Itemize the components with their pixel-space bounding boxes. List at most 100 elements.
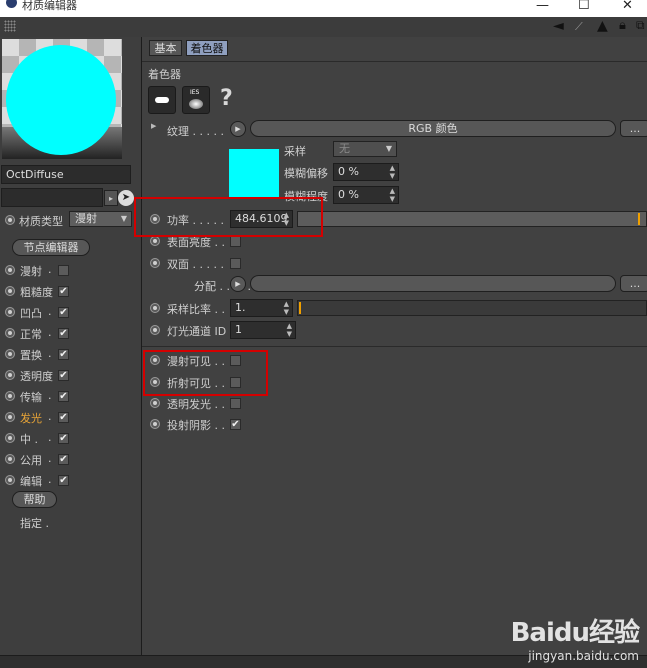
sampling-label: 采样	[284, 145, 306, 158]
transparent-emission-checkbox[interactable]	[230, 398, 241, 409]
double-sided-radio[interactable]	[150, 258, 160, 268]
channel-checkbox[interactable]: ✔	[58, 475, 69, 486]
texture-color-swatch[interactable]	[229, 149, 279, 199]
light-bar-icon	[155, 97, 169, 103]
material-search-field[interactable]	[1, 188, 103, 207]
divider	[142, 61, 647, 62]
toolbar: ◄ ⟋ ▲ 🔒︎ ⧉	[0, 17, 647, 38]
close-button[interactable]: ✕	[622, 0, 633, 13]
sampling-dropdown[interactable]: 无 ▼	[333, 141, 397, 157]
picker-icon[interactable]: ➤	[118, 190, 134, 206]
sample-rate-input[interactable]: 1. ▲ ▼	[230, 299, 293, 317]
highlight-box-visibility	[143, 350, 268, 396]
spinner-arrows-icon[interactable]: ▲ ▼	[287, 322, 292, 338]
new-window-icon[interactable]: ⧉	[636, 18, 645, 33]
arrow-up-icon[interactable]: ▲	[597, 18, 608, 34]
field-expand-button[interactable]: ▸	[104, 190, 118, 206]
channel-radio[interactable]	[5, 349, 15, 359]
channel-checkbox[interactable]: ✔	[58, 454, 69, 465]
cast-shadow-checkbox[interactable]: ✔	[230, 419, 241, 430]
channel-radio[interactable]	[5, 328, 15, 338]
blur-offset-input[interactable]: 0 % ▲ ▼	[333, 163, 399, 181]
double-sided-checkbox[interactable]	[230, 258, 241, 269]
material-name-field[interactable]: OctDiffuse	[1, 165, 131, 184]
tab-shader[interactable]: 着色器	[186, 40, 228, 56]
channel-radio[interactable]	[5, 412, 15, 422]
channel-checkbox[interactable]: ✔	[58, 328, 69, 339]
channel-label[interactable]: 置换	[20, 347, 42, 363]
channel-checkbox[interactable]: ✔	[58, 349, 69, 360]
channel-label[interactable]: 正常	[20, 326, 42, 342]
node-editor-button[interactable]: 节点编辑器	[12, 239, 90, 256]
tab-basic[interactable]: 基本	[149, 40, 182, 56]
channel-dots: .	[48, 326, 52, 339]
channel-radio[interactable]	[5, 286, 15, 296]
channel-label[interactable]: 发光	[20, 410, 42, 426]
channel-checkbox[interactable]: ✔	[58, 370, 69, 381]
distribution-arrow-button[interactable]: ▶	[230, 276, 246, 292]
grip-icon	[4, 20, 16, 32]
texture-more-button[interactable]: ...	[620, 120, 647, 137]
channel-radio[interactable]	[5, 307, 15, 317]
light-shape-button[interactable]	[148, 86, 176, 114]
texture-label: 纹理 . . . . .	[167, 125, 224, 138]
texture-arrow-button[interactable]: ▶	[230, 121, 246, 137]
maximize-button[interactable]: ☐	[578, 0, 590, 13]
channel-label[interactable]: 编辑	[20, 473, 42, 489]
spinner-arrows-icon[interactable]: ▲ ▼	[390, 187, 395, 203]
channel-label[interactable]: 公用	[20, 452, 42, 468]
channel-radio[interactable]	[5, 265, 15, 275]
channel-label[interactable]: 中 .	[20, 431, 38, 447]
help-button[interactable]: 帮助	[12, 491, 57, 508]
channel-checkbox[interactable]: ✔	[58, 412, 69, 423]
surface-brightness-radio[interactable]	[150, 236, 160, 246]
transparent-emission-radio[interactable]	[150, 398, 160, 408]
rgb-color-button[interactable]: RGB 颜色	[250, 120, 616, 137]
highlight-box-power	[134, 197, 323, 237]
material-type-radio[interactable]	[5, 215, 15, 225]
material-preview[interactable]	[2, 39, 122, 159]
arrow-diagonal-icon[interactable]: ⟋	[575, 20, 583, 34]
channel-checkbox[interactable]: ✔	[58, 391, 69, 402]
slider-marker[interactable]	[299, 302, 301, 314]
channel-checkbox[interactable]	[58, 265, 69, 276]
expand-triangle-icon[interactable]: ▶	[151, 122, 156, 130]
minimize-button[interactable]: —	[536, 0, 549, 13]
cast-shadow-radio[interactable]	[150, 419, 160, 429]
chevron-down-icon: ▼	[120, 214, 127, 223]
channel-radio[interactable]	[5, 475, 15, 485]
channel-label[interactable]: 漫射	[20, 263, 42, 279]
channel-checkbox[interactable]: ✔	[58, 433, 69, 444]
ies-button[interactable]: IES	[182, 86, 210, 114]
arrow-left-icon[interactable]: ◄	[553, 18, 564, 34]
material-type-dropdown[interactable]: 漫射 ▼	[69, 211, 132, 227]
channel-checkbox[interactable]: ✔	[58, 286, 69, 297]
light-pass-input[interactable]: 1 ▲ ▼	[230, 321, 296, 339]
channel-radio[interactable]	[5, 391, 15, 401]
sample-rate-radio[interactable]	[150, 303, 160, 313]
channel-label[interactable]: 凹凸	[20, 305, 42, 321]
channel-radio[interactable]	[5, 454, 15, 464]
slider-marker[interactable]	[638, 213, 640, 225]
channel-checkbox[interactable]: ✔	[58, 307, 69, 318]
spinner-arrows-icon[interactable]: ▲ ▼	[390, 164, 395, 180]
channel-dots: .	[48, 410, 52, 423]
assign-label: 指定 .	[20, 517, 49, 530]
sample-rate-value: 1.	[235, 301, 246, 314]
distribution-button[interactable]	[250, 275, 616, 292]
spinner-arrows-icon[interactable]: ▲ ▼	[284, 300, 289, 316]
lock-icon[interactable]: 🔒︎	[619, 18, 626, 33]
sample-rate-slider[interactable]	[297, 300, 647, 316]
help-question-icon[interactable]: ?	[220, 86, 233, 111]
distribution-more-button[interactable]: ...	[620, 275, 647, 292]
ies-light-icon	[189, 99, 203, 109]
light-pass-radio[interactable]	[150, 325, 160, 335]
channel-label[interactable]: 传输	[20, 389, 42, 405]
transparent-emission-label-text: 透明发光	[167, 398, 211, 411]
channel-radio[interactable]	[5, 433, 15, 443]
channel-radio[interactable]	[5, 370, 15, 380]
power-slider[interactable]	[297, 211, 647, 227]
sample-rate-label: 采样比率 . .	[167, 303, 225, 316]
blur-scale-input[interactable]: 0 % ▲ ▼	[333, 186, 399, 204]
surface-brightness-checkbox[interactable]	[230, 236, 241, 247]
